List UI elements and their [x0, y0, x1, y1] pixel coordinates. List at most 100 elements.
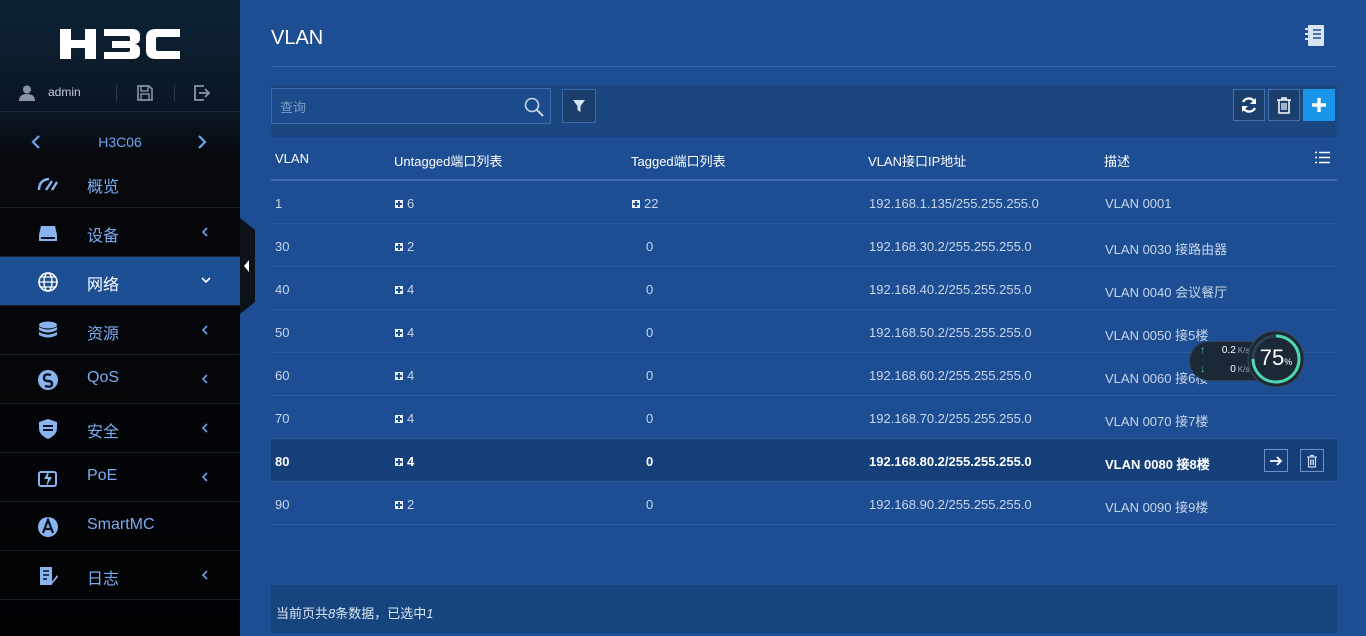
notebook-icon[interactable] — [1304, 24, 1326, 48]
cell-text: 0 — [646, 411, 654, 426]
chevron-left-icon — [201, 472, 208, 482]
username[interactable]: admin — [48, 85, 81, 99]
cell-untagged-ports: 4 — [395, 282, 414, 297]
cell-ip-address: 192.168.40.2/255.255.255.0 — [869, 282, 1032, 297]
column-header-tagged[interactable]: Tagged端口列表 — [631, 151, 726, 170]
chevron-left-icon — [201, 227, 208, 237]
chevron-left-icon — [201, 325, 208, 335]
cell-vlan: 40 — [275, 282, 289, 297]
table-row[interactable]: 90 2 0 192.168.90.2/255.255.255.0 VLAN 0090 … — [271, 482, 1337, 525]
cell-ip-address: 192.168.50.2/255.255.255.0 — [869, 325, 1032, 340]
cell-text: VLAN 0030 接路由器 — [1105, 242, 1228, 257]
cell-text: 0 — [646, 282, 654, 297]
table-row[interactable]: 60 4 0 192.168.60.2/255.255.255.0 VLAN 0060 … — [271, 353, 1337, 396]
cell-text: 4 — [407, 454, 415, 469]
menu-item-poe[interactable]: PoE — [0, 453, 240, 502]
menu-label: PoE — [87, 467, 118, 484]
cell-ip-address: 192.168.60.2/255.255.255.0 — [869, 368, 1032, 383]
cell-text: VLAN 0070 接7楼 — [1105, 414, 1209, 429]
menu-item-network[interactable]: 网络 — [0, 257, 240, 306]
cell-text: 0 — [646, 454, 654, 469]
table-row[interactable]: 1 6 22 192.168.1.135/255.255.255.0 VLAN 0001 — [271, 181, 1337, 224]
table-row[interactable]: 50 4 0 192.168.50.2/255.255.255.0 VLAN 0050 … — [271, 310, 1337, 353]
cell-untagged-ports: 4 — [395, 368, 414, 383]
filter-icon — [573, 100, 585, 112]
cell-text: 0 — [646, 497, 654, 512]
expand-plus-icon[interactable] — [395, 200, 403, 208]
menu-item-log[interactable]: 日志 — [0, 551, 240, 600]
cell-text: 192.168.70.2/255.255.255.0 — [869, 411, 1032, 426]
chevron-left-icon — [201, 570, 208, 580]
menu-item-resource[interactable]: 资源 — [0, 306, 240, 355]
cell-text: 70 — [275, 411, 290, 426]
menu-label: 概览 — [87, 179, 120, 196]
table-row[interactable]: 40 4 0 192.168.40.2/255.255.255.0 VLAN 0040 … — [271, 267, 1337, 310]
menu-label: SmartMC — [87, 516, 155, 533]
cell-ip-address: 192.168.80.2/255.255.255.0 — [869, 454, 1032, 469]
expand-plus-icon[interactable] — [395, 501, 403, 509]
expand-plus-icon[interactable] — [632, 200, 640, 208]
table-row[interactable]: 30 2 0 192.168.30.2/255.255.255.0 VLAN 0030 … — [271, 224, 1337, 267]
search-icon[interactable] — [524, 97, 544, 117]
cell-vlan: 50 — [275, 325, 289, 340]
cell-text: 50 — [275, 325, 290, 340]
menu-item-qos[interactable]: QoS — [0, 355, 240, 404]
footer-text: 当前页共 — [276, 606, 329, 621]
search-box — [271, 88, 551, 124]
cell-text: 80 — [275, 454, 290, 469]
expand-plus-icon[interactable] — [395, 286, 403, 294]
arrow-right-icon — [1270, 455, 1283, 466]
cell-text: 192.168.1.135/255.255.255.0 — [869, 196, 1039, 211]
download-speed: ↓ 0 K/s — [1200, 364, 1249, 375]
cell-untagged-ports: 4 — [395, 325, 414, 340]
trash-icon — [1277, 97, 1291, 114]
title-divider — [271, 66, 1337, 67]
search-input[interactable] — [280, 97, 510, 117]
delete-button[interactable] — [1268, 89, 1300, 121]
table-header: VLAN Untagged端口列表 Tagged端口列表 VLAN接口IP地址 … — [271, 137, 1337, 181]
cell-text: VLAN 0080 接8楼 — [1105, 457, 1210, 472]
upload-value: 0.2 — [1221, 345, 1236, 356]
cell-vlan: 1 — [275, 196, 282, 211]
cell-text: 4 — [407, 325, 415, 340]
save-icon[interactable] — [136, 84, 154, 102]
user-icon — [19, 85, 35, 101]
nav-menu: 概览 设备 网络 资源 QoS 安全 PoE SmartMC 日志 — [0, 159, 240, 600]
chevron-left-icon — [201, 423, 208, 433]
expand-plus-icon[interactable] — [395, 243, 403, 251]
sidebar-collapse-handle[interactable] — [240, 218, 255, 314]
refresh-button[interactable] — [1233, 89, 1265, 121]
menu-item-security[interactable]: 安全 — [0, 404, 240, 453]
column-header-untagged[interactable]: Untagged端口列表 — [394, 151, 502, 170]
cell-text: 0 — [646, 325, 654, 340]
network-speed-widget[interactable]: ↑ 0.2 K/s ↓ 0 K/s 75% — [1187, 330, 1309, 388]
column-header-ip[interactable]: VLAN接口IP地址 — [868, 151, 966, 170]
cell-ip-address: 192.168.70.2/255.255.255.0 — [869, 411, 1032, 426]
cell-text: 4 — [407, 411, 415, 426]
dashboard-icon — [37, 177, 59, 191]
expand-plus-icon[interactable] — [395, 458, 403, 466]
add-button[interactable] — [1303, 89, 1335, 121]
table-toolbar — [271, 85, 1337, 137]
cell-untagged-ports: 4 — [395, 411, 414, 426]
expand-plus-icon[interactable] — [395, 415, 403, 423]
cell-text: VLAN 0090 接9楼 — [1105, 500, 1209, 515]
column-header-vlan[interactable]: VLAN — [275, 151, 309, 166]
row-delete-button[interactable] — [1300, 449, 1324, 472]
menu-item-device[interactable]: 设备 — [0, 208, 240, 257]
menu-item-overview[interactable]: 概览 — [0, 159, 240, 208]
expand-plus-icon[interactable] — [395, 372, 403, 380]
table-row[interactable]: 70 4 0 192.168.70.2/255.255.255.0 VLAN 0070 … — [271, 396, 1337, 439]
expand-plus-icon[interactable] — [395, 329, 403, 337]
column-header-description[interactable]: 描述 — [1104, 151, 1130, 170]
cell-tagged-ports: 0 — [646, 411, 653, 426]
filter-button[interactable] — [562, 89, 596, 123]
logout-icon[interactable] — [193, 84, 211, 102]
chevron-right-icon[interactable] — [196, 134, 208, 150]
column-settings-icon[interactable] — [1315, 151, 1330, 164]
table-row[interactable]: 80 4 0 192.168.80.2/255.255.255.0 VLAN 0080 … — [271, 439, 1337, 482]
row-goto-button[interactable] — [1264, 449, 1288, 472]
cell-text: 90 — [275, 497, 290, 512]
menu-item-smartmc[interactable]: SmartMC — [0, 502, 240, 551]
cell-untagged-ports: 6 — [395, 196, 414, 211]
